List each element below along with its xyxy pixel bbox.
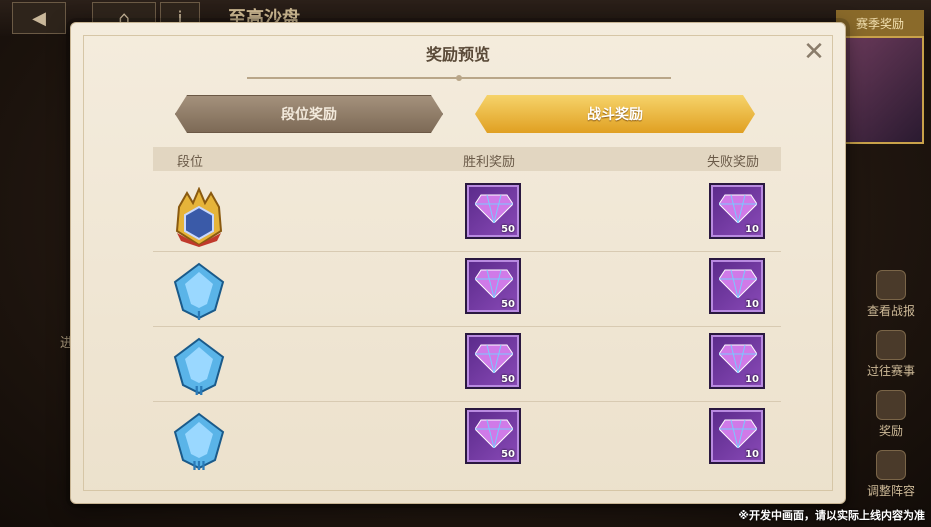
season-reward-button[interactable]: 赛季奖励 [836, 10, 924, 36]
reward-count: 10 [745, 374, 759, 385]
gem-icon [475, 194, 513, 223]
side-button-label: 查看战报 [866, 304, 915, 318]
tier-label: I [197, 309, 201, 322]
diamond-emblem-icon: I [173, 262, 225, 322]
win-reward-item[interactable]: 50 [465, 408, 521, 464]
column-win: 胜利奖励 [463, 155, 516, 170]
gold-crown-emblem-icon [175, 187, 223, 247]
modal-title: 奖励预览 [425, 45, 490, 64]
win-reward-item[interactable]: 50 [465, 183, 521, 239]
tab-battle-rewards[interactable]: 战斗奖励 [475, 95, 755, 133]
table-row: 50 10 [153, 177, 781, 252]
table-header: 段位 胜利奖励 失败奖励 [153, 147, 781, 171]
side-button-past-events[interactable]: 过往赛事 [856, 330, 926, 379]
side-button-rewards[interactable]: 奖励 [856, 390, 926, 439]
table-row: I 50 10 [153, 252, 781, 327]
reward-count: 50 [501, 299, 515, 310]
hero-portrait [842, 36, 924, 144]
side-button-battle-report[interactable]: 查看战报 [856, 270, 926, 319]
diamond-emblem-icon: III [173, 412, 225, 472]
footer-note: ※开发中画面，请以实际上线内容为准 [738, 509, 925, 522]
title-ornament-icon [247, 75, 671, 81]
reward-count: 10 [745, 224, 759, 235]
column-lose: 失败奖励 [707, 155, 760, 170]
lose-reward-item[interactable]: 10 [709, 333, 765, 389]
table-row: II 50 10 [153, 327, 781, 402]
report-icon [876, 270, 906, 300]
gem-icon [719, 194, 757, 223]
side-button-label: 调整阵容 [866, 484, 915, 498]
gem-icon [719, 344, 757, 373]
gem-icon [719, 269, 757, 298]
tier-label: III [192, 459, 205, 472]
reward-count: 50 [501, 449, 515, 460]
reward-count: 10 [745, 299, 759, 310]
tab-rank-rewards[interactable]: 段位奖励 [175, 95, 443, 133]
reward-count: 50 [501, 374, 515, 385]
back-icon[interactable]: ◀ [12, 2, 66, 34]
gem-icon [719, 419, 757, 448]
win-reward-item[interactable]: 50 [465, 333, 521, 389]
lose-reward-item[interactable]: 10 [709, 408, 765, 464]
gem-icon [475, 344, 513, 373]
table-row: III 50 10 [153, 402, 781, 477]
history-icon [876, 330, 906, 360]
reward-count: 50 [501, 224, 515, 235]
reward-preview-modal: 奖励预览 ✕ 段位奖励 战斗奖励 段位 胜利奖励 失败奖励 50 10 I 50… [70, 22, 846, 504]
team-icon [876, 450, 906, 480]
lose-reward-item[interactable]: 10 [709, 183, 765, 239]
gem-icon [475, 419, 513, 448]
close-icon[interactable]: ✕ [799, 37, 829, 67]
side-button-label: 过往赛事 [866, 364, 915, 378]
gem-icon [475, 269, 513, 298]
tier-label: II [195, 384, 204, 397]
reward-count: 10 [745, 449, 759, 460]
side-button-label: 奖励 [878, 424, 903, 438]
lose-reward-item[interactable]: 10 [709, 258, 765, 314]
win-reward-item[interactable]: 50 [465, 258, 521, 314]
gift-icon [876, 390, 906, 420]
side-button-adjust-lineup[interactable]: 调整阵容 [856, 450, 926, 499]
column-rank: 段位 [177, 155, 204, 170]
diamond-emblem-icon: II [173, 337, 225, 397]
